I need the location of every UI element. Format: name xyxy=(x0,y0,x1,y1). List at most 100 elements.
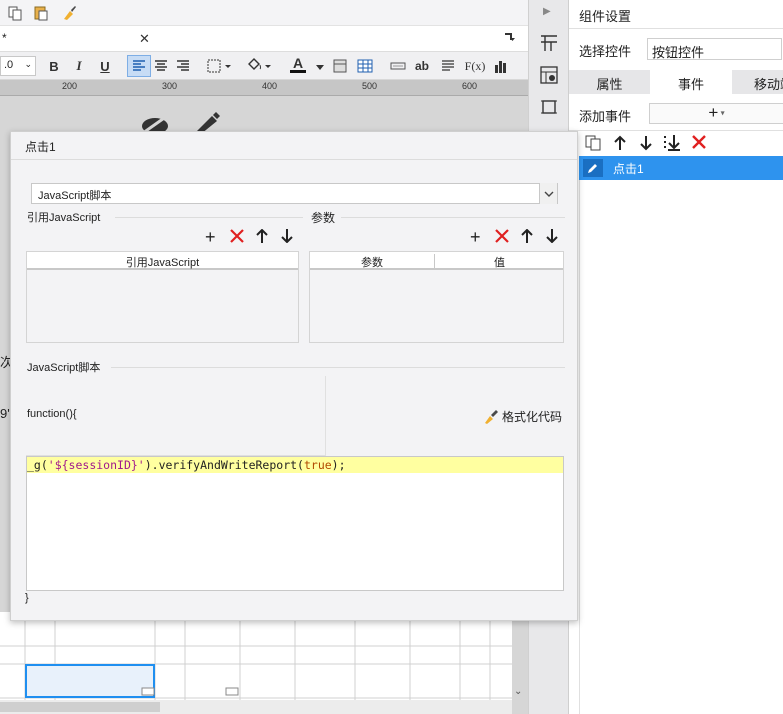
align-right-button[interactable] xyxy=(171,55,195,77)
abc-button[interactable]: ab xyxy=(410,55,434,77)
widget-table-icon[interactable] xyxy=(540,66,558,87)
paragraph-icon xyxy=(442,60,454,71)
frame-icon[interactable] xyxy=(540,98,558,119)
font-size-value: .0 xyxy=(4,59,14,71)
ref-js-column-header: 引用JavaScript xyxy=(27,252,298,270)
move-down-icon[interactable] xyxy=(546,229,558,246)
ruler-tick-label: 500 xyxy=(362,81,378,91)
event-list-item-label: 点击1 xyxy=(613,162,644,176)
italic-button[interactable]: I xyxy=(67,55,91,77)
move-up-icon[interactable] xyxy=(256,228,268,246)
function-close-text: } xyxy=(25,592,29,604)
underline-button[interactable]: U xyxy=(93,55,117,77)
component-settings-panel: 组件设置 选择控件 按钮控件 属性 事件 移动端 添加事件 + ▾ 点击1 xyxy=(568,0,783,714)
merge-cells-button[interactable] xyxy=(328,55,352,77)
add-ref-js-icon[interactable]: + xyxy=(205,228,216,246)
params-table: 参数 值 xyxy=(309,251,564,343)
close-tab-icon[interactable]: ✕ xyxy=(139,31,150,47)
copy-event-icon[interactable] xyxy=(585,135,603,154)
text-color-swatch xyxy=(290,69,306,73)
paint-bucket-icon xyxy=(248,58,271,70)
ref-js-group-label: 引用JavaScript xyxy=(27,212,101,224)
add-event-button[interactable]: + ▾ xyxy=(649,103,783,124)
align-center-button[interactable] xyxy=(149,55,173,77)
text-color-button[interactable]: A xyxy=(281,53,315,75)
code-editor[interactable]: _g('${sessionID}').verifyAndWriteReport(… xyxy=(26,456,564,591)
move-down-icon[interactable] xyxy=(281,229,293,246)
fill-color-button[interactable] xyxy=(243,55,275,77)
text-field-icon xyxy=(390,62,406,70)
divider xyxy=(111,367,565,368)
copy-icon[interactable] xyxy=(6,4,24,22)
paste-icon[interactable] xyxy=(32,4,50,22)
code-token: ); xyxy=(331,458,346,472)
tab-menu-icon[interactable] xyxy=(504,31,516,46)
code-token: ).verifyAndWriteReport( xyxy=(144,458,304,472)
ruler-tick-label: 200 xyxy=(62,81,78,91)
move-bottom-icon[interactable] xyxy=(663,134,683,155)
scroll-down-icon[interactable]: ⌄ xyxy=(514,686,522,697)
grid-lines xyxy=(0,612,512,702)
table-icon xyxy=(357,59,373,73)
bold-button[interactable]: B xyxy=(42,55,66,77)
tab-events[interactable]: 事件 xyxy=(650,70,732,94)
delete-ref-js-icon[interactable] xyxy=(230,229,244,246)
script-type-value: JavaScript脚本 xyxy=(38,190,112,202)
script-type-select[interactable]: JavaScript脚本 xyxy=(31,183,558,204)
move-up-icon[interactable] xyxy=(613,135,627,154)
tab-mobile[interactable]: 移动端 xyxy=(732,70,783,94)
list-border xyxy=(579,180,580,714)
code-string-token: '${sessionID}' xyxy=(47,458,145,472)
scrollbar-thumb[interactable] xyxy=(0,702,160,712)
border-icon xyxy=(207,59,231,73)
ruler-tick-label: 600 xyxy=(462,81,478,91)
function-open-text: function(){ xyxy=(27,408,77,420)
formula-button[interactable]: F(x) xyxy=(463,55,487,77)
table-button[interactable] xyxy=(353,55,377,77)
broom-icon xyxy=(485,409,498,424)
params-header-row: 参数 值 xyxy=(310,252,563,270)
horizontal-scrollbar[interactable] xyxy=(0,700,512,714)
chevron-down-icon: ⌄ xyxy=(24,59,32,69)
event-list-item[interactable]: 点击1 xyxy=(579,156,783,180)
script-group-label: JavaScript脚本 xyxy=(27,362,101,374)
report-tab-strip: * ✕ xyxy=(0,26,528,52)
layout-icon[interactable] xyxy=(540,34,558,55)
report-tab-label[interactable]: * xyxy=(2,31,7,45)
collapse-panel-icon[interactable]: ▶ xyxy=(543,6,551,17)
align-right-icon xyxy=(177,60,189,71)
chevron-down-icon[interactable] xyxy=(539,183,557,204)
select-control-field[interactable]: 按钮控件 xyxy=(647,38,782,60)
chart-button[interactable] xyxy=(489,55,513,77)
format-code-label: 格式化代码 xyxy=(502,410,563,424)
format-painter-icon[interactable] xyxy=(60,4,78,22)
align-center-icon xyxy=(155,60,167,71)
align-left-button[interactable] xyxy=(127,55,151,77)
text-field-button[interactable] xyxy=(386,55,410,77)
chevron-down-icon[interactable] xyxy=(316,60,324,74)
merge-cells-icon xyxy=(333,59,347,73)
divider xyxy=(569,28,783,29)
move-up-icon[interactable] xyxy=(521,228,533,246)
move-down-icon[interactable] xyxy=(639,135,653,154)
delete-param-icon[interactable] xyxy=(495,229,509,246)
chevron-down-icon: ▾ xyxy=(718,108,725,118)
format-code-button[interactable]: 格式化代码 xyxy=(483,408,562,425)
select-control-label: 选择控件 xyxy=(579,44,632,59)
param-name-column-header: 参数 xyxy=(310,254,435,270)
font-size-select[interactable]: .0 ⌄ xyxy=(0,56,36,76)
cell-fragment: 9' xyxy=(0,406,10,421)
spreadsheet-grid[interactable] xyxy=(0,612,512,702)
divider xyxy=(115,217,303,218)
edit-event-icon[interactable] xyxy=(583,159,603,177)
delete-event-icon[interactable] xyxy=(691,134,707,153)
border-button[interactable] xyxy=(203,55,237,77)
quick-toolbar xyxy=(0,0,528,26)
tab-properties[interactable]: 属性 xyxy=(569,70,650,94)
add-param-icon[interactable]: + xyxy=(470,228,481,246)
ref-js-table: 引用JavaScript xyxy=(26,251,299,343)
text-color-letter: A xyxy=(292,54,304,71)
paragraph-button[interactable] xyxy=(436,55,460,77)
bar-chart-icon xyxy=(495,61,506,73)
ruler-tick-label: 400 xyxy=(262,81,278,91)
